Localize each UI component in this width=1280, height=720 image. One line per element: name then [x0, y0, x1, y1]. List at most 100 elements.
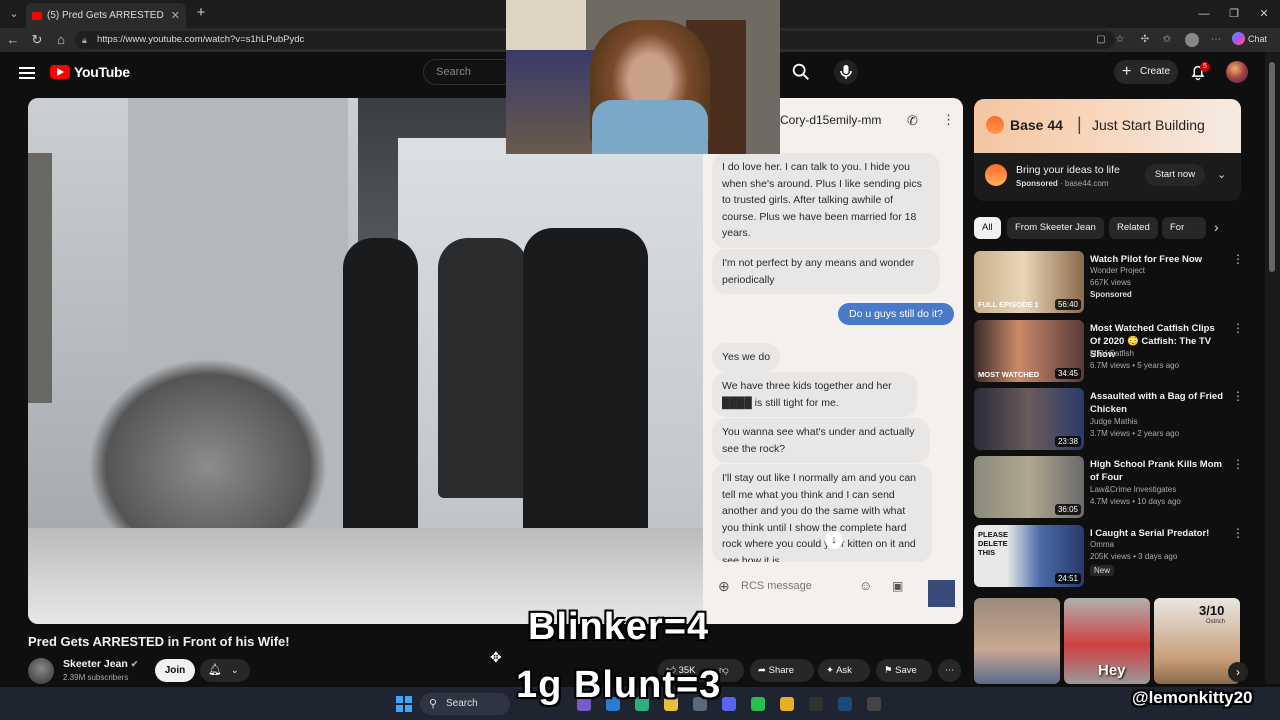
home-icon[interactable]: ⌂: [53, 32, 69, 48]
more-actions-button[interactable]: ⋯: [938, 659, 961, 682]
account-avatar[interactable]: [1226, 61, 1248, 83]
video-duration: 24:51: [1054, 573, 1081, 584]
back-arrow-icon[interactable]: ←: [5, 32, 21, 48]
favorites-icon[interactable]: ✩: [1160, 33, 1174, 47]
phone-more-icon: ⋮: [942, 112, 955, 127]
video-thumbnail[interactable]: 23:38: [974, 388, 1084, 450]
taskbar-app-icon[interactable]: [838, 697, 852, 711]
video-thumbnail[interactable]: 36:05: [974, 456, 1084, 518]
video-duration: 36:05: [1054, 504, 1081, 515]
video-meta: 205K views • 3 days ago: [1090, 552, 1178, 561]
channel-name-text: Skeeter Jean: [63, 658, 128, 670]
shorts-row: Hey 3/10 Ostrich ›: [974, 598, 1248, 684]
video-thumbnail[interactable]: PLEASE DELETE THIS 24:51: [974, 525, 1084, 587]
overlay-text-line-2: 1g Blunt=3: [516, 664, 722, 706]
channel-name[interactable]: Skeeter Jean ✔︎: [63, 658, 138, 670]
chip-for-you[interactable]: For you: [1162, 217, 1206, 239]
verified-icon: ✔︎: [130, 659, 139, 669]
rcs-message-field: ⊕ RCS message ☺ ▣: [714, 575, 940, 597]
microphone-icon[interactable]: [834, 60, 858, 84]
more-options-icon[interactable]: ⋮: [1232, 253, 1244, 265]
message-bubble: You wanna see what's under and actually …: [712, 418, 930, 463]
ad-cta-button[interactable]: Start now: [1145, 164, 1205, 186]
reload-icon[interactable]: ↻: [29, 32, 45, 48]
short-thumbnail[interactable]: [974, 598, 1060, 684]
close-tab-icon[interactable]: ✕: [171, 9, 180, 22]
recommended-video[interactable]: MOST WATCHED 34:45 Most Watched Catfish …: [974, 320, 1244, 382]
join-button[interactable]: Join: [155, 659, 195, 682]
minimize-icon[interactable]: —: [1196, 6, 1212, 22]
close-window-icon[interactable]: ✕: [1256, 6, 1272, 22]
search-input[interactable]: Search: [423, 59, 513, 85]
thumbnail-text: FULL EPISODE 1: [978, 300, 1039, 309]
more-options-icon[interactable]: ⋮: [1232, 527, 1244, 539]
share-label: Share: [768, 665, 794, 676]
video-thumbnail[interactable]: MOST WATCHED 34:45: [974, 320, 1084, 382]
video-title[interactable]: Assaulted with a Bag of Fried Chicken: [1090, 390, 1225, 416]
taskbar-search[interactable]: ⚲ Search: [420, 693, 510, 715]
search-icon[interactable]: [790, 61, 812, 83]
new-badge: New: [1090, 565, 1115, 576]
maximize-icon[interactable]: ❐: [1226, 6, 1242, 22]
recommended-video[interactable]: FULL EPISODE 1 56:40 Watch Pilot for Fre…: [974, 251, 1244, 313]
tab-list-icon[interactable]: ⌄: [6, 6, 22, 22]
extensions-icon[interactable]: ✣: [1138, 33, 1152, 47]
taskbar-app-icon[interactable]: [751, 697, 765, 711]
tab-title: (5) Pred Gets ARRESTED in Front of: [47, 10, 167, 21]
windows-start-icon[interactable]: [396, 696, 412, 712]
chip-from-channel[interactable]: From Skeeter Jean: [1007, 217, 1104, 239]
recommended-video[interactable]: PLEASE DELETE THIS 24:51 I Caught a Seri…: [974, 525, 1244, 587]
ad-banner[interactable]: Base 44 | Just Start Building: [974, 99, 1241, 153]
more-menu-icon[interactable]: ⋯: [1209, 33, 1223, 47]
scrollbar-thumb[interactable]: [1269, 62, 1275, 272]
page-scrollbar[interactable]: [1265, 52, 1280, 684]
chips-next-arrow-icon[interactable]: ›: [1214, 219, 1219, 235]
copilot-chat-button[interactable]: Chat: [1232, 32, 1267, 45]
plus-icon: +: [1122, 63, 1132, 80]
taskbar-app-icon[interactable]: [722, 697, 736, 711]
youtube-wordmark: YouTube: [74, 64, 130, 80]
notification-settings-button[interactable]: 🔔︎ ⌄: [200, 659, 250, 682]
move-cursor-icon: ✥: [490, 649, 502, 665]
youtube-logo[interactable]: YouTube: [50, 64, 130, 80]
split-screen-icon[interactable]: ▢: [1094, 33, 1108, 47]
ask-button[interactable]: ✦ Ask: [818, 659, 870, 682]
share-arrow-icon: ➦: [758, 665, 766, 676]
chat-label: Chat: [1248, 33, 1268, 44]
taskbar-app-icon[interactable]: [780, 697, 794, 711]
chip-all[interactable]: All: [974, 217, 1001, 239]
video-title[interactable]: I Caught a Serial Predator!: [1090, 527, 1225, 540]
create-button[interactable]: + Create: [1114, 60, 1178, 84]
more-options-icon[interactable]: ⋮: [1232, 322, 1244, 334]
ad-expand-chevron-icon[interactable]: ⌄: [1217, 168, 1226, 181]
new-tab-button[interactable]: +: [193, 5, 209, 21]
hamburger-menu-icon[interactable]: [19, 65, 35, 79]
more-options-icon[interactable]: ⋮: [1232, 390, 1244, 402]
video-meta: 4.7M views • 10 days ago: [1090, 497, 1181, 506]
site-info-icon[interactable]: 🔒︎: [82, 31, 87, 49]
video-meta: 6.7M views • 5 years ago: [1090, 361, 1180, 370]
person-hoodie: [438, 238, 528, 498]
share-button[interactable]: ➦ Share: [750, 659, 814, 682]
shorts-next-arrow-icon[interactable]: ›: [1228, 662, 1248, 682]
profile-avatar-icon[interactable]: [1185, 33, 1199, 47]
streamer-shirt: [592, 100, 708, 154]
browser-tab-active[interactable]: (5) Pred Gets ARRESTED in Front of ✕: [26, 3, 186, 28]
save-button[interactable]: ⚑ Save: [876, 659, 932, 682]
taskbar-app-icon[interactable]: [809, 697, 823, 711]
ad-domain: base44.com: [1064, 179, 1109, 188]
recommended-video[interactable]: 36:05 High School Prank Kills Mom of Fou…: [974, 456, 1244, 518]
message-bubble: I'll stay out like I normally am and you…: [712, 464, 932, 562]
channel-avatar[interactable]: [28, 658, 54, 684]
more-options-icon[interactable]: ⋮: [1232, 458, 1244, 470]
recommended-video[interactable]: 23:38 Assaulted with a Bag of Fried Chic…: [974, 388, 1244, 450]
short-thumbnail[interactable]: Hey: [1064, 598, 1150, 684]
video-thumbnail[interactable]: FULL EPISODE 1 56:40: [974, 251, 1084, 313]
rcs-placeholder: RCS message: [741, 580, 812, 592]
base44-logo-icon: [986, 116, 1004, 134]
video-title[interactable]: High School Prank Kills Mom of Four: [1090, 458, 1225, 484]
favorite-star-icon[interactable]: ☆: [1113, 33, 1127, 47]
video-title[interactable]: Watch Pilot for Free Now: [1090, 253, 1225, 266]
chip-related[interactable]: Related: [1109, 217, 1158, 239]
taskbar-app-icon[interactable]: [867, 697, 881, 711]
